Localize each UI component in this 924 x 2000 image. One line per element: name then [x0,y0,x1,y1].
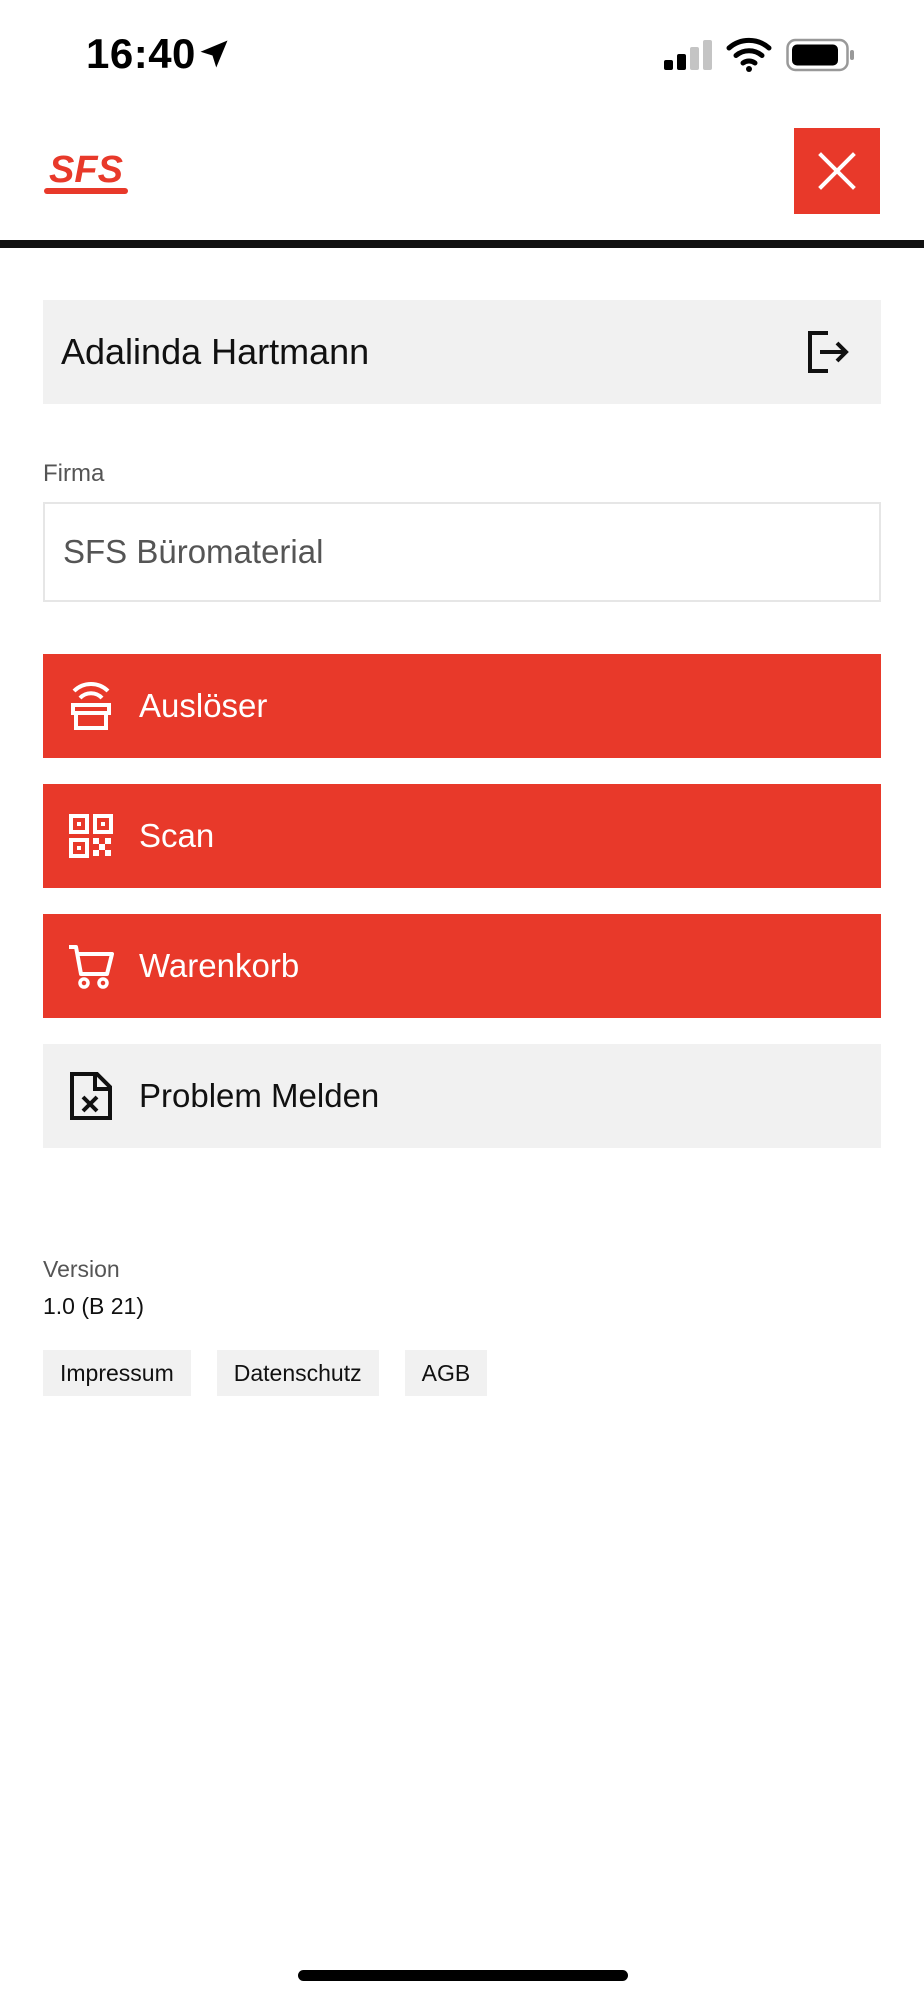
close-icon [818,152,856,190]
problem-melden-button[interactable]: Problem Melden [43,1044,881,1148]
datenschutz-link[interactable]: Datenschutz [216,1350,379,1396]
warenkorb-label: Warenkorb [139,947,300,984]
agb-link[interactable]: AGB [404,1350,488,1396]
status-time: 16:40 [86,30,196,77]
ausloser-button[interactable]: Auslöser [43,654,881,758]
scan-button[interactable]: Scan [43,784,881,888]
sfs-logo: SFS [44,149,128,194]
firma-label: Firma [43,460,105,487]
logout-button[interactable] [791,316,863,388]
battery-icon [786,38,854,72]
cart-icon [61,936,121,996]
location-arrow-icon [200,40,228,68]
problem-melden-label: Problem Melden [139,1077,380,1114]
user-name: Adalinda Hartmann [61,331,370,372]
version-value: 1.0 (B 21) [43,1293,144,1319]
status-bar: 16:40 [0,0,924,110]
qr-code-icon [61,806,121,866]
svg-text:SFS: SFS [49,149,123,191]
wifi-icon [726,37,772,72]
footer-links: Impressum Datenschutz AGB [43,1350,488,1396]
close-button[interactable] [794,128,880,214]
app-header: SFS [0,110,924,248]
cellular-signal-icon [664,40,712,70]
ausloser-label: Auslöser [139,687,268,724]
scan-label: Scan [139,817,215,854]
document-x-icon [61,1066,121,1126]
home-indicator [298,1970,628,1981]
impressum-link[interactable]: Impressum [43,1350,191,1396]
firma-field: SFS Büromaterial [43,502,881,602]
logout-icon [808,331,849,373]
version-label: Version [43,1256,120,1282]
trigger-box-icon [61,676,121,736]
user-row: Adalinda Hartmann [43,300,881,404]
warenkorb-button[interactable]: Warenkorb [43,914,881,1018]
